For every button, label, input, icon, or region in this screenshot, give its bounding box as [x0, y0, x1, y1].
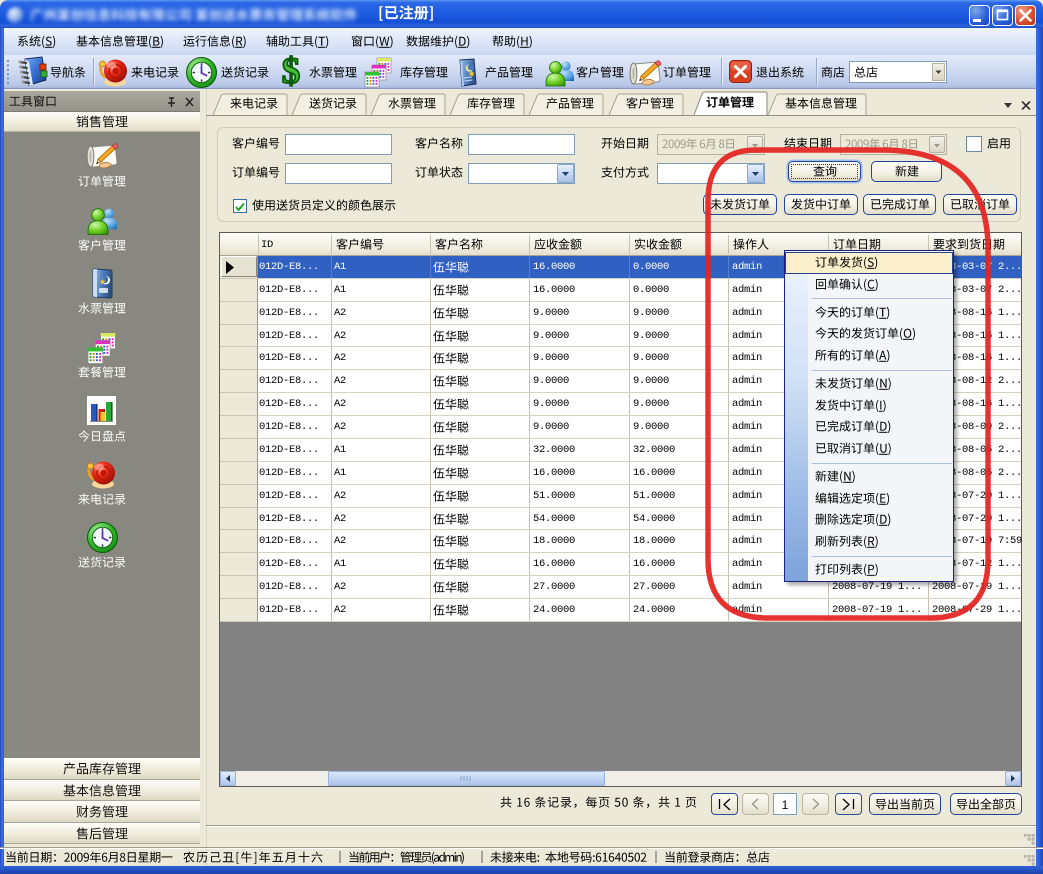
- svg-text:$: $: [282, 55, 301, 88]
